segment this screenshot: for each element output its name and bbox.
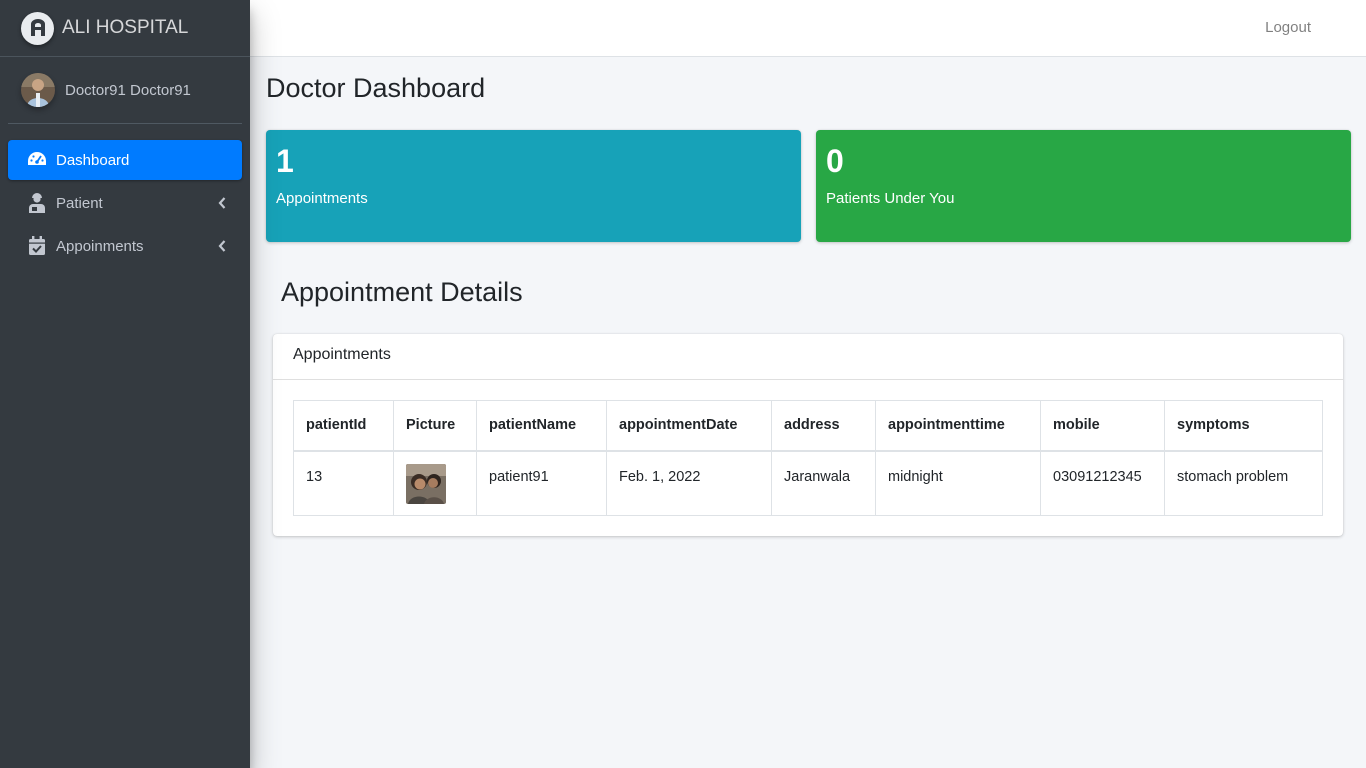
cell-picture <box>393 450 477 516</box>
sidebar-item-patient[interactable]: Patient <box>8 183 242 223</box>
main-sidebar: ALI HOSPITAL Doctor91 Doctor91 Dashboard <box>0 0 250 768</box>
column-header: patientId <box>293 400 394 452</box>
column-header: appointmentDate <box>606 400 772 452</box>
hospital-logo-icon <box>21 11 54 45</box>
page-title: Doctor Dashboard <box>266 73 486 103</box>
patient-picture <box>406 463 446 504</box>
cell-symptoms: stomach problem <box>1164 450 1323 516</box>
cell-patient-name: patient91 <box>476 450 607 516</box>
sidebar-item-label: Dashboard <box>56 151 130 169</box>
top-navbar: Logout <box>250 0 1366 57</box>
column-header: address <box>771 400 876 452</box>
table-header-row: patientId Picture patientName appointmen… <box>293 400 1323 452</box>
user-injured-icon <box>26 192 48 214</box>
brand-link[interactable]: ALI HOSPITAL <box>0 0 250 57</box>
cell-appointment-date: Feb. 1, 2022 <box>606 450 772 516</box>
cell-address: Jaranwala <box>771 450 876 516</box>
sidebar-item-appoinments[interactable]: Appoinments <box>8 226 242 266</box>
sidebar-item-dashboard[interactable]: Dashboard <box>8 140 242 180</box>
stat-value: 1 <box>276 143 294 179</box>
cell-mobile: 03091212345 <box>1040 450 1165 516</box>
stat-box-patients: 0 Patients Under You <box>816 130 1351 242</box>
card-title: Appointments <box>273 334 1343 380</box>
user-name: Doctor91 Doctor91 <box>65 81 191 99</box>
column-header: symptoms <box>1164 400 1323 452</box>
calendar-check-icon <box>26 235 48 257</box>
content-wrapper: Doctor Dashboard 1 Appointments 0 Patien… <box>250 57 1366 768</box>
logout-link[interactable]: Logout <box>1265 19 1311 36</box>
table-row: 13 patient91 Feb. 1, 2022 Jaranwala midn… <box>293 450 1323 516</box>
card-body: patientId Picture patientName appointmen… <box>273 380 1343 536</box>
column-header: appointmenttime <box>875 400 1041 452</box>
stat-label: Appointments <box>276 190 368 208</box>
column-header: Picture <box>393 400 477 452</box>
stat-label: Patients Under You <box>826 190 955 208</box>
cell-appointment-time: midnight <box>875 450 1041 516</box>
appointments-card: Appointments patientId Picture patientNa… <box>273 334 1343 536</box>
chevron-left-icon <box>218 239 226 256</box>
brand-name: ALI HOSPITAL <box>62 17 189 38</box>
tachometer-icon <box>26 149 48 171</box>
stat-value: 0 <box>826 143 844 179</box>
sidebar-nav: Dashboard Patient Appoinments <box>0 140 250 266</box>
chevron-left-icon <box>218 196 226 213</box>
stat-box-appointments: 1 Appointments <box>266 130 801 242</box>
column-header: patientName <box>476 400 607 452</box>
sidebar-item-label: Appoinments <box>56 237 144 255</box>
user-panel[interactable]: Doctor91 Doctor91 <box>8 57 242 124</box>
section-title: Appointment Details <box>281 277 523 307</box>
avatar <box>21 73 55 107</box>
column-header: mobile <box>1040 400 1165 452</box>
appointments-table: patientId Picture patientName appointmen… <box>293 400 1323 516</box>
sidebar-item-label: Patient <box>56 194 103 212</box>
cell-patient-id: 13 <box>293 450 394 516</box>
